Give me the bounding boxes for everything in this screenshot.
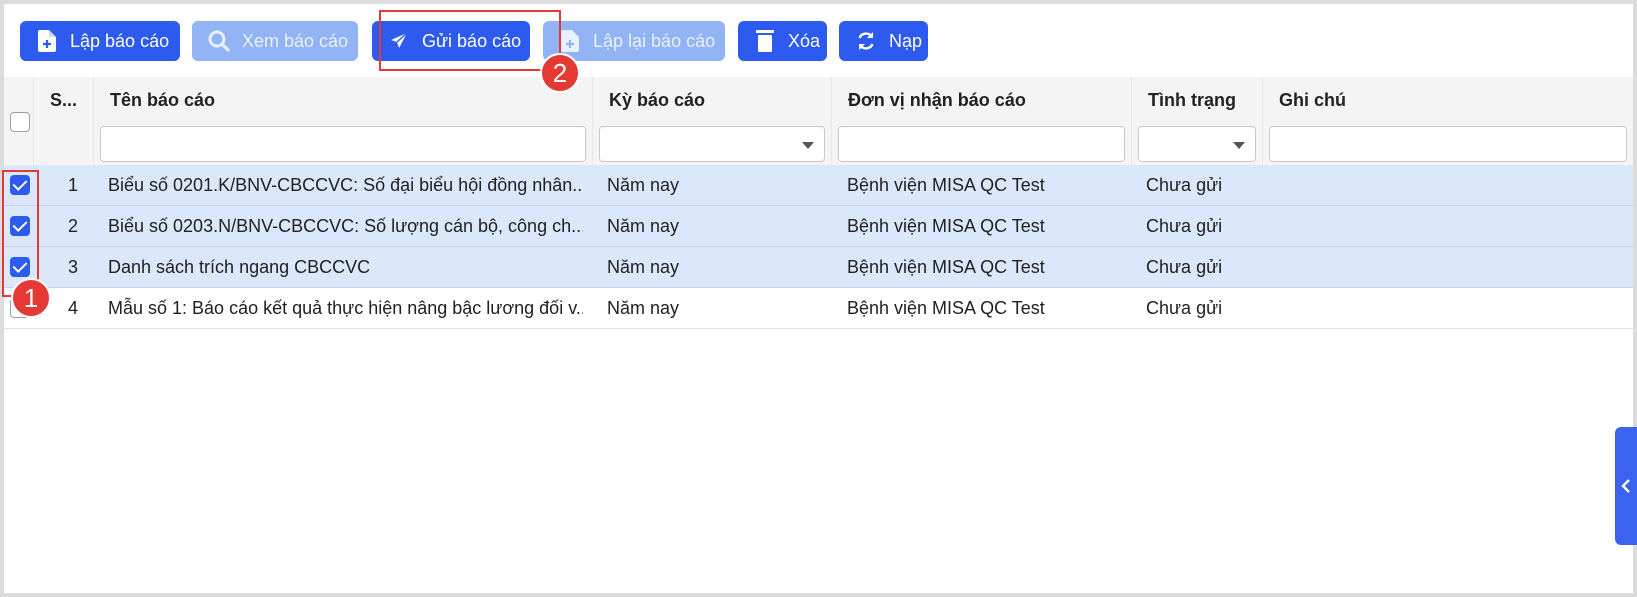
report-name-filter-input[interactable] (100, 126, 586, 162)
view-report-label: Xem báo cáo (242, 30, 349, 51)
header-stt[interactable]: S... (34, 77, 94, 169)
header-report-name[interactable]: Tên báo cáo (94, 77, 593, 169)
row-period: Năm nay (607, 216, 680, 236)
row-receiving-unit: Bệnh viện MISA QC Test (847, 216, 1045, 236)
recreate-report-label: Lập lại báo cáo (593, 30, 716, 51)
row-period: Năm nay (607, 257, 680, 277)
row-note (1277, 206, 1627, 246)
row-receiving-unit: Bệnh viện MISA QC Test (847, 298, 1045, 318)
row-receiving-unit: Bệnh viện MISA QC Test (847, 175, 1045, 195)
send-report-button[interactable]: Gửi báo cáo (372, 21, 530, 61)
select-all-checkbox[interactable] (10, 112, 30, 132)
row-report-name: Danh sách trích ngang CBCCVC (108, 257, 371, 277)
row-checkbox[interactable] (10, 216, 30, 236)
header-note[interactable]: Ghi chú (1263, 77, 1633, 169)
side-panel-toggle[interactable] (1615, 427, 1637, 545)
row-period: Năm nay (607, 175, 680, 195)
file-add-icon (36, 30, 58, 52)
row-stt: 1 (67, 175, 78, 195)
refresh-icon (855, 30, 877, 52)
row-status: Chưa gửi (1146, 175, 1223, 195)
header-receiving-unit[interactable]: Đơn vị nhận báo cáo (832, 77, 1132, 169)
header-select-cell (4, 77, 34, 169)
file-add-icon (559, 30, 581, 52)
grid-header: S... Tên báo cáo Kỳ báo cáo Đơn vị nhận … (4, 77, 1633, 169)
row-note (1277, 288, 1627, 328)
row-stt: 2 (67, 216, 78, 236)
status-filter-select[interactable] (1138, 126, 1256, 162)
chevron-down-icon (1233, 142, 1245, 149)
table-row[interactable]: 1 Biểu số 0201.K/BNV-CBCCVC: Số đại biểu… (4, 165, 1633, 206)
reload-button[interactable]: Nạp (839, 21, 928, 61)
row-receiving-unit: Bệnh viện MISA QC Test (847, 257, 1045, 277)
create-report-button[interactable]: Lập báo cáo (20, 21, 180, 61)
send-report-label: Gửi báo cáo (422, 30, 522, 51)
send-icon (388, 30, 410, 52)
column-title-report-name: Tên báo cáo (110, 90, 216, 110)
column-title-period: Kỳ báo cáo (609, 90, 706, 110)
chevron-down-icon (802, 142, 814, 149)
delete-label: Xóa (788, 30, 821, 51)
period-filter-select[interactable] (599, 126, 825, 162)
row-report-name: Biểu số 0201.K/BNV-CBCCVC: Số đại biểu h… (108, 175, 583, 195)
row-report-name: Biểu số 0203.N/BNV-CBCCVC: Số lượng cán … (108, 216, 583, 236)
column-title-status: Tình trạng (1148, 90, 1236, 110)
receiving-unit-filter-input[interactable] (838, 126, 1125, 162)
row-checkbox[interactable] (10, 175, 30, 195)
table-row[interactable]: 2 Biểu số 0203.N/BNV-CBCCVC: Số lượng cá… (4, 206, 1633, 247)
table-row[interactable]: 3 Danh sách trích ngang CBCCVC Năm nay B… (4, 247, 1633, 288)
view-report-button[interactable]: Xem báo cáo (192, 21, 358, 61)
column-title-note: Ghi chú (1279, 90, 1346, 110)
row-period: Năm nay (607, 298, 680, 318)
create-report-label: Lập báo cáo (70, 30, 170, 51)
column-title-stt: S... (50, 90, 78, 110)
row-note (1277, 247, 1627, 287)
step-marker-1: 1 (11, 278, 51, 318)
header-status[interactable]: Tình trạng (1132, 77, 1263, 169)
row-status: Chưa gửi (1146, 257, 1223, 277)
chevron-left-icon (1621, 479, 1630, 493)
search-icon (208, 30, 230, 52)
row-report-name: Mẫu số 1: Báo cáo kết quả thực hiện nâng… (108, 298, 583, 318)
table-row[interactable]: 4 Mẫu số 1: Báo cáo kết quả thực hiện nâ… (4, 288, 1633, 329)
step-marker-2: 2 (540, 53, 580, 93)
header-period[interactable]: Kỳ báo cáo (593, 77, 832, 169)
row-note (1277, 165, 1627, 205)
row-status: Chưa gửi (1146, 216, 1223, 236)
row-checkbox[interactable] (10, 257, 30, 277)
row-status: Chưa gửi (1146, 298, 1223, 318)
note-filter-input[interactable] (1269, 126, 1627, 162)
delete-button[interactable]: Xóa (738, 21, 827, 61)
column-title-receiving-unit: Đơn vị nhận báo cáo (848, 90, 1026, 110)
trash-icon (754, 30, 776, 52)
reload-label: Nạp (889, 30, 923, 51)
